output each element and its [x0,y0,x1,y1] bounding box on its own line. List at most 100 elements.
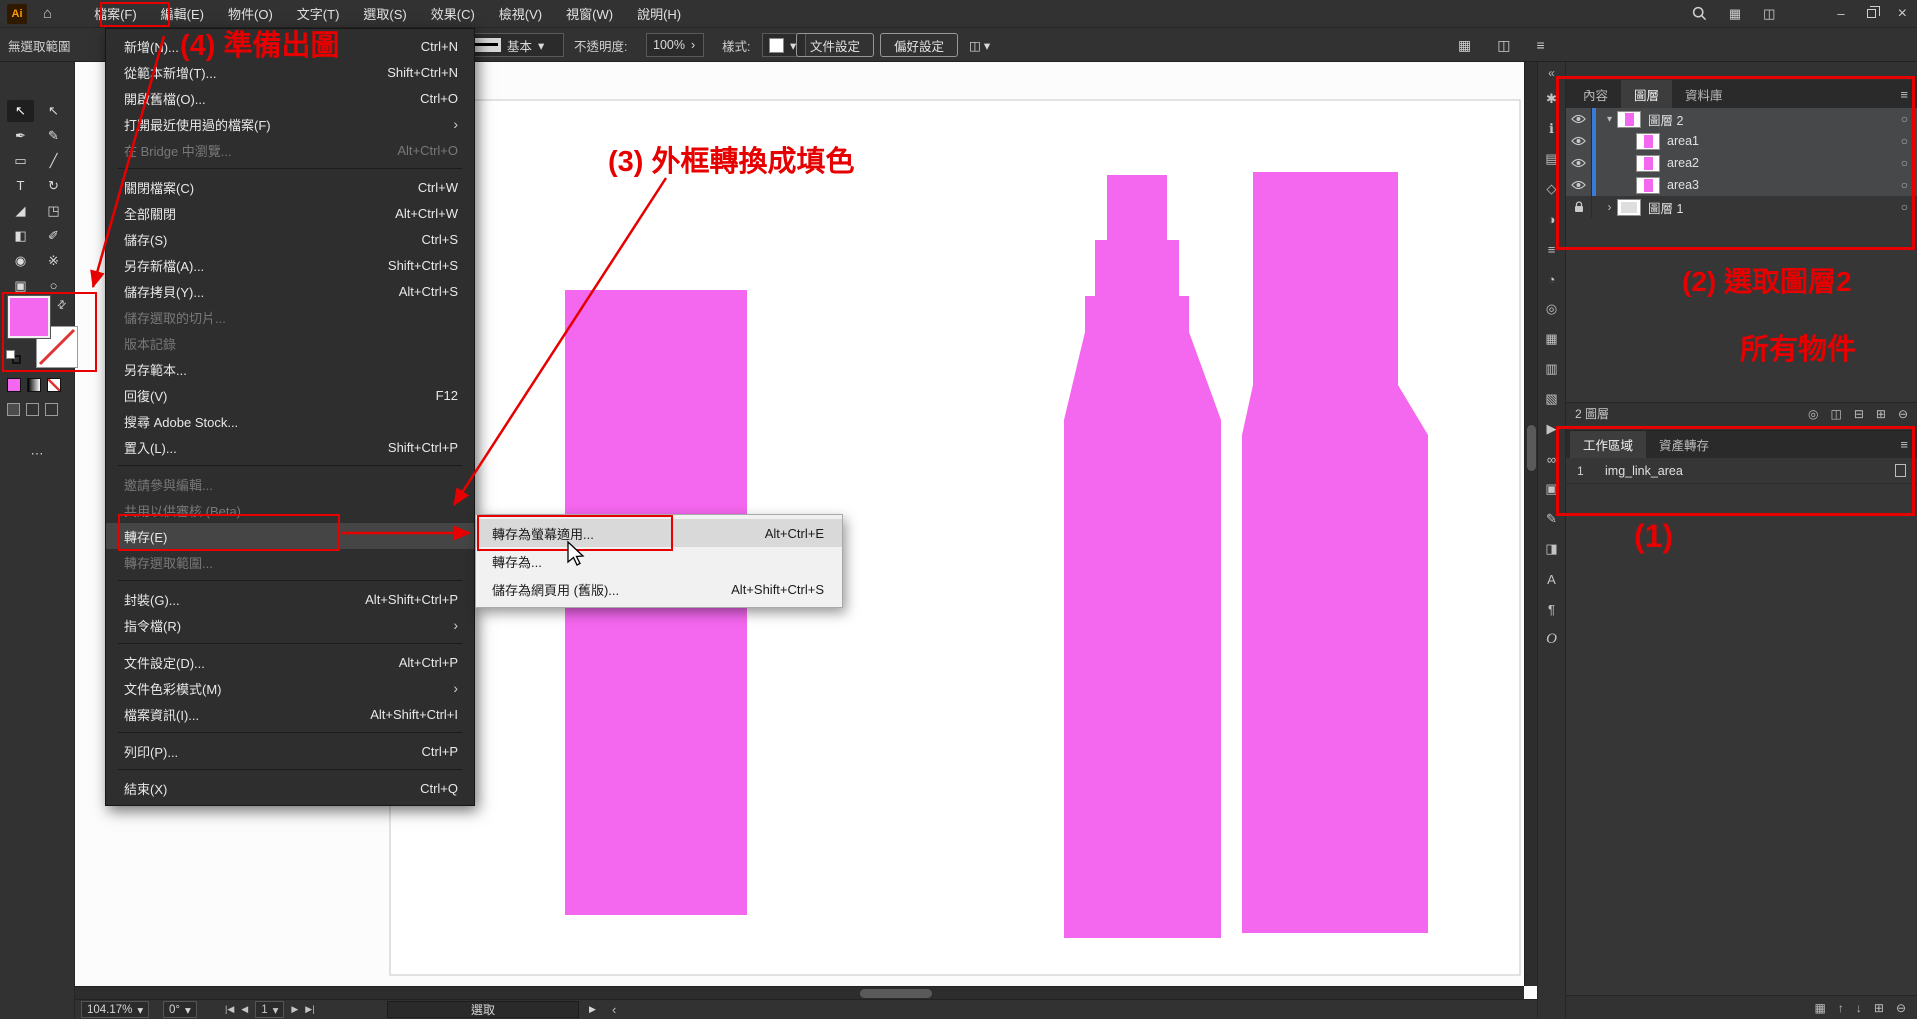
layer-name[interactable]: 圖層 2 [1648,110,1897,129]
layer-thumbnail[interactable] [1636,177,1660,194]
gradient-button[interactable] [27,378,41,392]
tab-libraries[interactable]: 資料庫 [1672,80,1736,108]
new-layer-icon[interactable]: ⊞ [1876,407,1886,421]
blend-tool[interactable]: ◉ [7,250,34,272]
file-menu-item[interactable]: 文件設定(D)... Alt+Ctrl+P › [106,649,474,675]
arrange-documents-icon[interactable] [1497,37,1510,54]
layer-row[interactable]: 圖層 1 ○ [1566,196,1917,218]
restore-icon[interactable] [1867,9,1876,18]
file-menu-item[interactable]: › [106,460,474,471]
app-switcher-icon[interactable] [1729,6,1741,22]
rotation-control[interactable]: 0° [163,1001,197,1018]
layer-name[interactable]: 圖層 1 [1648,198,1897,217]
file-menu-item[interactable]: › [106,727,474,738]
fill-color-swatch[interactable] [8,296,50,338]
file-menu-item[interactable]: › [106,575,474,586]
vertical-scrollbar[interactable] [1524,62,1537,986]
submenu-item[interactable]: 轉存為... [476,547,842,575]
layer-name[interactable]: area3 [1667,178,1897,192]
status-menu-icon[interactable] [589,1001,596,1018]
vertical-scroll-thumb[interactable] [1527,425,1536,471]
visibility-toggle[interactable] [1566,130,1592,152]
artboard-icon[interactable] [1895,464,1906,477]
graphic-styles-panel-icon[interactable]: ▧ [1538,384,1565,414]
file-menu-item[interactable]: 轉存(E) › [106,523,474,549]
layer-thumbnail[interactable] [1617,111,1641,128]
menu-item[interactable]: 選取(S) [351,0,418,28]
file-menu-item[interactable]: 搜尋 Adobe Stock... › [106,408,474,434]
file-menu-item[interactable]: 列印(P)... Ctrl+P › [106,738,474,764]
control-bar-menu-icon[interactable] [1536,37,1544,53]
new-sublayer-icon[interactable]: ⊟ [1854,407,1864,421]
variables-panel-icon[interactable]: ▤ [1538,144,1565,174]
panel-grid-icon[interactable] [1458,37,1471,54]
file-menu-item[interactable]: › [106,163,474,174]
tab-artboards[interactable]: 工作區域 [1570,431,1646,459]
document-setup-button[interactable]: 文件設定 [796,33,874,57]
edit-toolbar-icon[interactable] [0,446,74,462]
stroke-panel-icon[interactable]: ≡ [1538,234,1565,264]
menu-item[interactable]: 說明(H) [625,0,693,28]
file-menu-item[interactable]: 儲存(S) Ctrl+S › [106,226,474,252]
none-button[interactable] [47,378,61,392]
eyedropper-tool[interactable]: ✐ [40,225,67,247]
layer-target-icon[interactable]: ○ [1901,134,1908,148]
opentype-panel-icon[interactable]: O [1538,624,1565,654]
layer-thumbnail[interactable] [1636,155,1660,172]
artboard-row[interactable]: 1 img_link_area [1566,458,1917,484]
visibility-toggle[interactable] [1566,152,1592,174]
paintbrush-tool[interactable]: ✎ [40,125,67,147]
rearrange-artboards-icon[interactable]: ▦ [1815,1001,1826,1015]
draw-inside-icon[interactable] [45,403,58,416]
rectangle-tool[interactable]: ▭ [7,150,34,172]
character-styles-panel-icon[interactable]: A [1538,564,1565,594]
layer-row[interactable]: 圖層 2 ○ [1566,108,1917,130]
file-menu-item[interactable]: 在 Bridge 中瀏覽... Alt+Ctrl+O › [106,137,474,163]
expand-icon[interactable] [1602,114,1617,125]
symbols-panel-icon[interactable]: ◨ [1538,534,1565,564]
zoom-tool[interactable]: ○ [40,275,67,297]
file-menu-item[interactable]: 共用以供審核 (Beta)... › [106,497,474,523]
artboard-name[interactable]: img_link_area [1605,464,1895,478]
file-menu-item[interactable]: 轉存選取範圍... › [106,549,474,575]
file-menu-item[interactable]: 另存新檔(A)... Shift+Ctrl+S › [106,252,474,278]
opacity-dropdown[interactable]: 100% [646,33,704,57]
submenu-item[interactable]: 轉存為螢幕適用... Alt+Ctrl+E [476,519,842,547]
locate-object-icon[interactable]: ◎ [1808,407,1818,421]
file-menu-item[interactable]: 邀請參與編輯... › [106,471,474,497]
make-clipping-mask-icon[interactable]: ◫ [1830,407,1841,421]
pen-tool[interactable]: ✒ [7,125,34,147]
file-menu-item[interactable]: 打開最近使用過的檔案(F) › [106,111,474,137]
preferences-button[interactable]: 偏好設定 [880,33,958,57]
move-down-icon[interactable]: ↓ [1856,1001,1862,1015]
file-menu-item[interactable]: 關閉檔案(C) Ctrl+W › [106,174,474,200]
close-icon[interactable] [1898,5,1907,23]
previous-artboard-icon[interactable] [241,1004,248,1015]
file-menu-item[interactable]: 開啟舊檔(O)... Ctrl+O › [106,85,474,111]
file-menu-item[interactable]: › [106,764,474,775]
menu-item[interactable]: 效果(C) [419,0,487,28]
layer-thumbnail[interactable] [1636,133,1660,150]
file-menu-item[interactable]: 置入(L)... Shift+Ctrl+P › [106,434,474,460]
file-menu-item[interactable]: 檔案資訊(I)... Alt+Shift+Ctrl+I › [106,701,474,727]
visibility-toggle[interactable] [1566,108,1592,130]
workspace-switcher[interactable] [963,33,996,57]
file-menu-item[interactable]: 另存範本... › [106,356,474,382]
file-menu-item[interactable]: 封裝(G)... Alt+Shift+Ctrl+P › [106,586,474,612]
file-menu-item[interactable]: 儲存拷貝(Y)... Alt+Ctrl+S › [106,278,474,304]
transparency-panel-icon[interactable]: ◔ [1538,264,1565,294]
file-menu-item[interactable]: 全部關閉 Alt+Ctrl+W › [106,200,474,226]
menu-item[interactable]: 檢視(V) [487,0,554,28]
next-artboard-icon[interactable] [291,1004,298,1015]
new-artboard-icon[interactable]: ⊞ [1874,1001,1884,1015]
rotate-tool[interactable]: ↻ [40,175,67,197]
layer-row[interactable]: area3 ○ [1566,174,1917,196]
shape-builder-tool[interactable]: ◧ [7,225,34,247]
zoom-control[interactable]: 104.17% [81,1001,149,1018]
file-menu-item[interactable]: 儲存選取的切片... › [106,304,474,330]
last-artboard-icon[interactable] [305,1004,314,1015]
direct-selection-tool[interactable]: ↖ [40,100,67,122]
artboard-panel-menu-icon[interactable] [1900,437,1917,452]
actions-panel-icon[interactable]: ▶ [1538,414,1565,444]
gradient-panel-icon[interactable]: ◎ [1538,294,1565,324]
